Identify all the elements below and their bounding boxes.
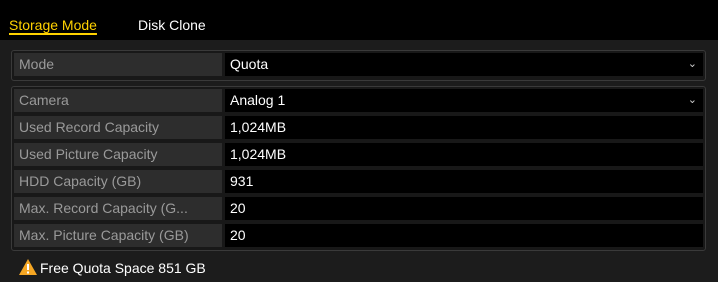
used-picture-capacity-row: Used Picture Capacity 1,024MB: [14, 143, 703, 166]
max-picture-capacity-input[interactable]: 20: [225, 224, 703, 247]
chevron-down-icon: ⌄: [687, 94, 697, 106]
used-record-capacity-label: Used Record Capacity: [14, 116, 222, 139]
camera-label: Camera: [14, 89, 222, 112]
quota-status: Free Quota Space 851 GB: [18, 258, 206, 278]
tab-storage-mode[interactable]: Storage Mode: [9, 16, 97, 34]
mode-row: Mode Quota ⌄: [14, 53, 703, 76]
used-record-capacity-value: 1,024MB: [225, 116, 703, 139]
mode-panel: Mode Quota ⌄: [11, 50, 706, 81]
tab-bar: Storage Mode Disk Clone: [0, 0, 718, 40]
mode-select[interactable]: Quota ⌄: [225, 53, 703, 76]
camera-settings-panel: Camera Analog 1 ⌄ Used Record Capacity 1…: [11, 86, 706, 251]
used-picture-capacity-label: Used Picture Capacity: [14, 143, 222, 166]
max-picture-capacity-label: Max. Picture Capacity (GB): [14, 224, 222, 247]
used-picture-capacity-value: 1,024MB: [225, 143, 703, 166]
used-record-capacity-row: Used Record Capacity 1,024MB: [14, 116, 703, 139]
hdd-capacity-label: HDD Capacity (GB): [14, 170, 222, 193]
warning-icon: [19, 259, 37, 275]
hdd-capacity-row: HDD Capacity (GB) 931: [14, 170, 703, 193]
camera-row: Camera Analog 1 ⌄: [14, 89, 703, 112]
camera-value: Analog 1: [230, 92, 286, 108]
max-picture-capacity-row: Max. Picture Capacity (GB) 20: [14, 224, 703, 247]
chevron-down-icon: ⌄: [687, 58, 697, 70]
hdd-capacity-value: 931: [225, 170, 703, 193]
max-record-capacity-row: Max. Record Capacity (G... 20: [14, 197, 703, 220]
camera-select[interactable]: Analog 1 ⌄: [225, 89, 703, 112]
tab-disk-clone[interactable]: Disk Clone: [138, 16, 206, 34]
max-record-capacity-input[interactable]: 20: [225, 197, 703, 220]
mode-label: Mode: [14, 53, 222, 76]
free-quota-text: Free Quota Space 851 GB: [40, 260, 206, 276]
mode-value: Quota: [230, 56, 269, 72]
max-record-capacity-label: Max. Record Capacity (G...: [14, 197, 222, 220]
